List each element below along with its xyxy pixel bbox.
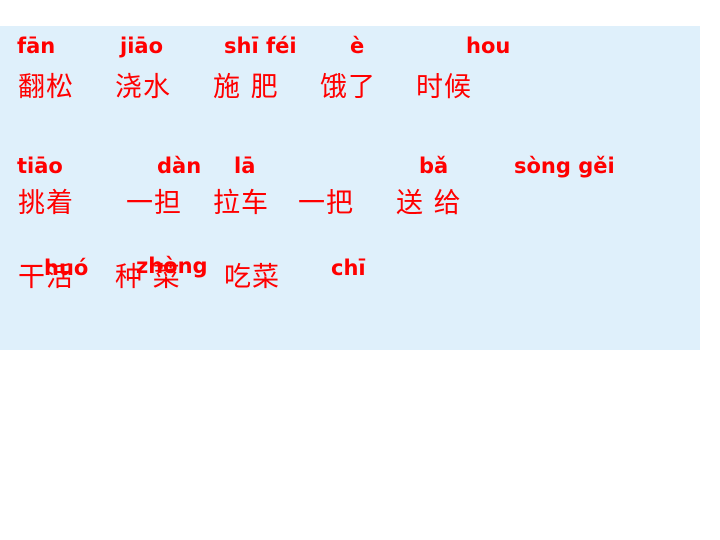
pinyin-huo: huó <box>44 256 89 280</box>
word-yi-dan: 一担 <box>126 188 182 219</box>
word-fan-song: 翻松 <box>18 72 74 103</box>
pinyin-chi: chī <box>331 256 366 280</box>
word-yi-ba: 一把 <box>298 188 354 219</box>
pinyin-fan: fān <box>17 34 56 58</box>
word-chi-cai: 吃菜 <box>224 262 280 293</box>
pinyin-tiao: tiāo <box>17 154 63 178</box>
pinyin-zhong: zhòng <box>136 254 208 278</box>
pinyin-jiao: jiāo <box>120 34 163 58</box>
word-shi-fei: 施 肥 <box>213 72 279 103</box>
word-la-che: 拉车 <box>213 188 269 219</box>
pinyin-dan: dàn <box>157 154 202 178</box>
pinyin-e: è <box>350 34 365 58</box>
pinyin-song-gei: sòng gěi <box>514 154 615 178</box>
word-jiao-shui: 浇水 <box>115 72 171 103</box>
pinyin-hou: hou <box>466 34 511 58</box>
word-song-gei: 送 给 <box>396 188 462 219</box>
pinyin-shi-fei: shī féi <box>224 34 297 58</box>
pinyin-la: lā <box>234 154 256 178</box>
word-shi-hou: 时候 <box>416 72 472 103</box>
slide: fān jiāo shī féi è hou 翻松 浇水 施 肥 饿了 时候 t… <box>0 0 720 540</box>
pinyin-ba: bǎ <box>419 154 449 178</box>
word-e-le: 饿了 <box>320 72 376 103</box>
word-tiao-zhe: 挑着 <box>18 188 74 219</box>
